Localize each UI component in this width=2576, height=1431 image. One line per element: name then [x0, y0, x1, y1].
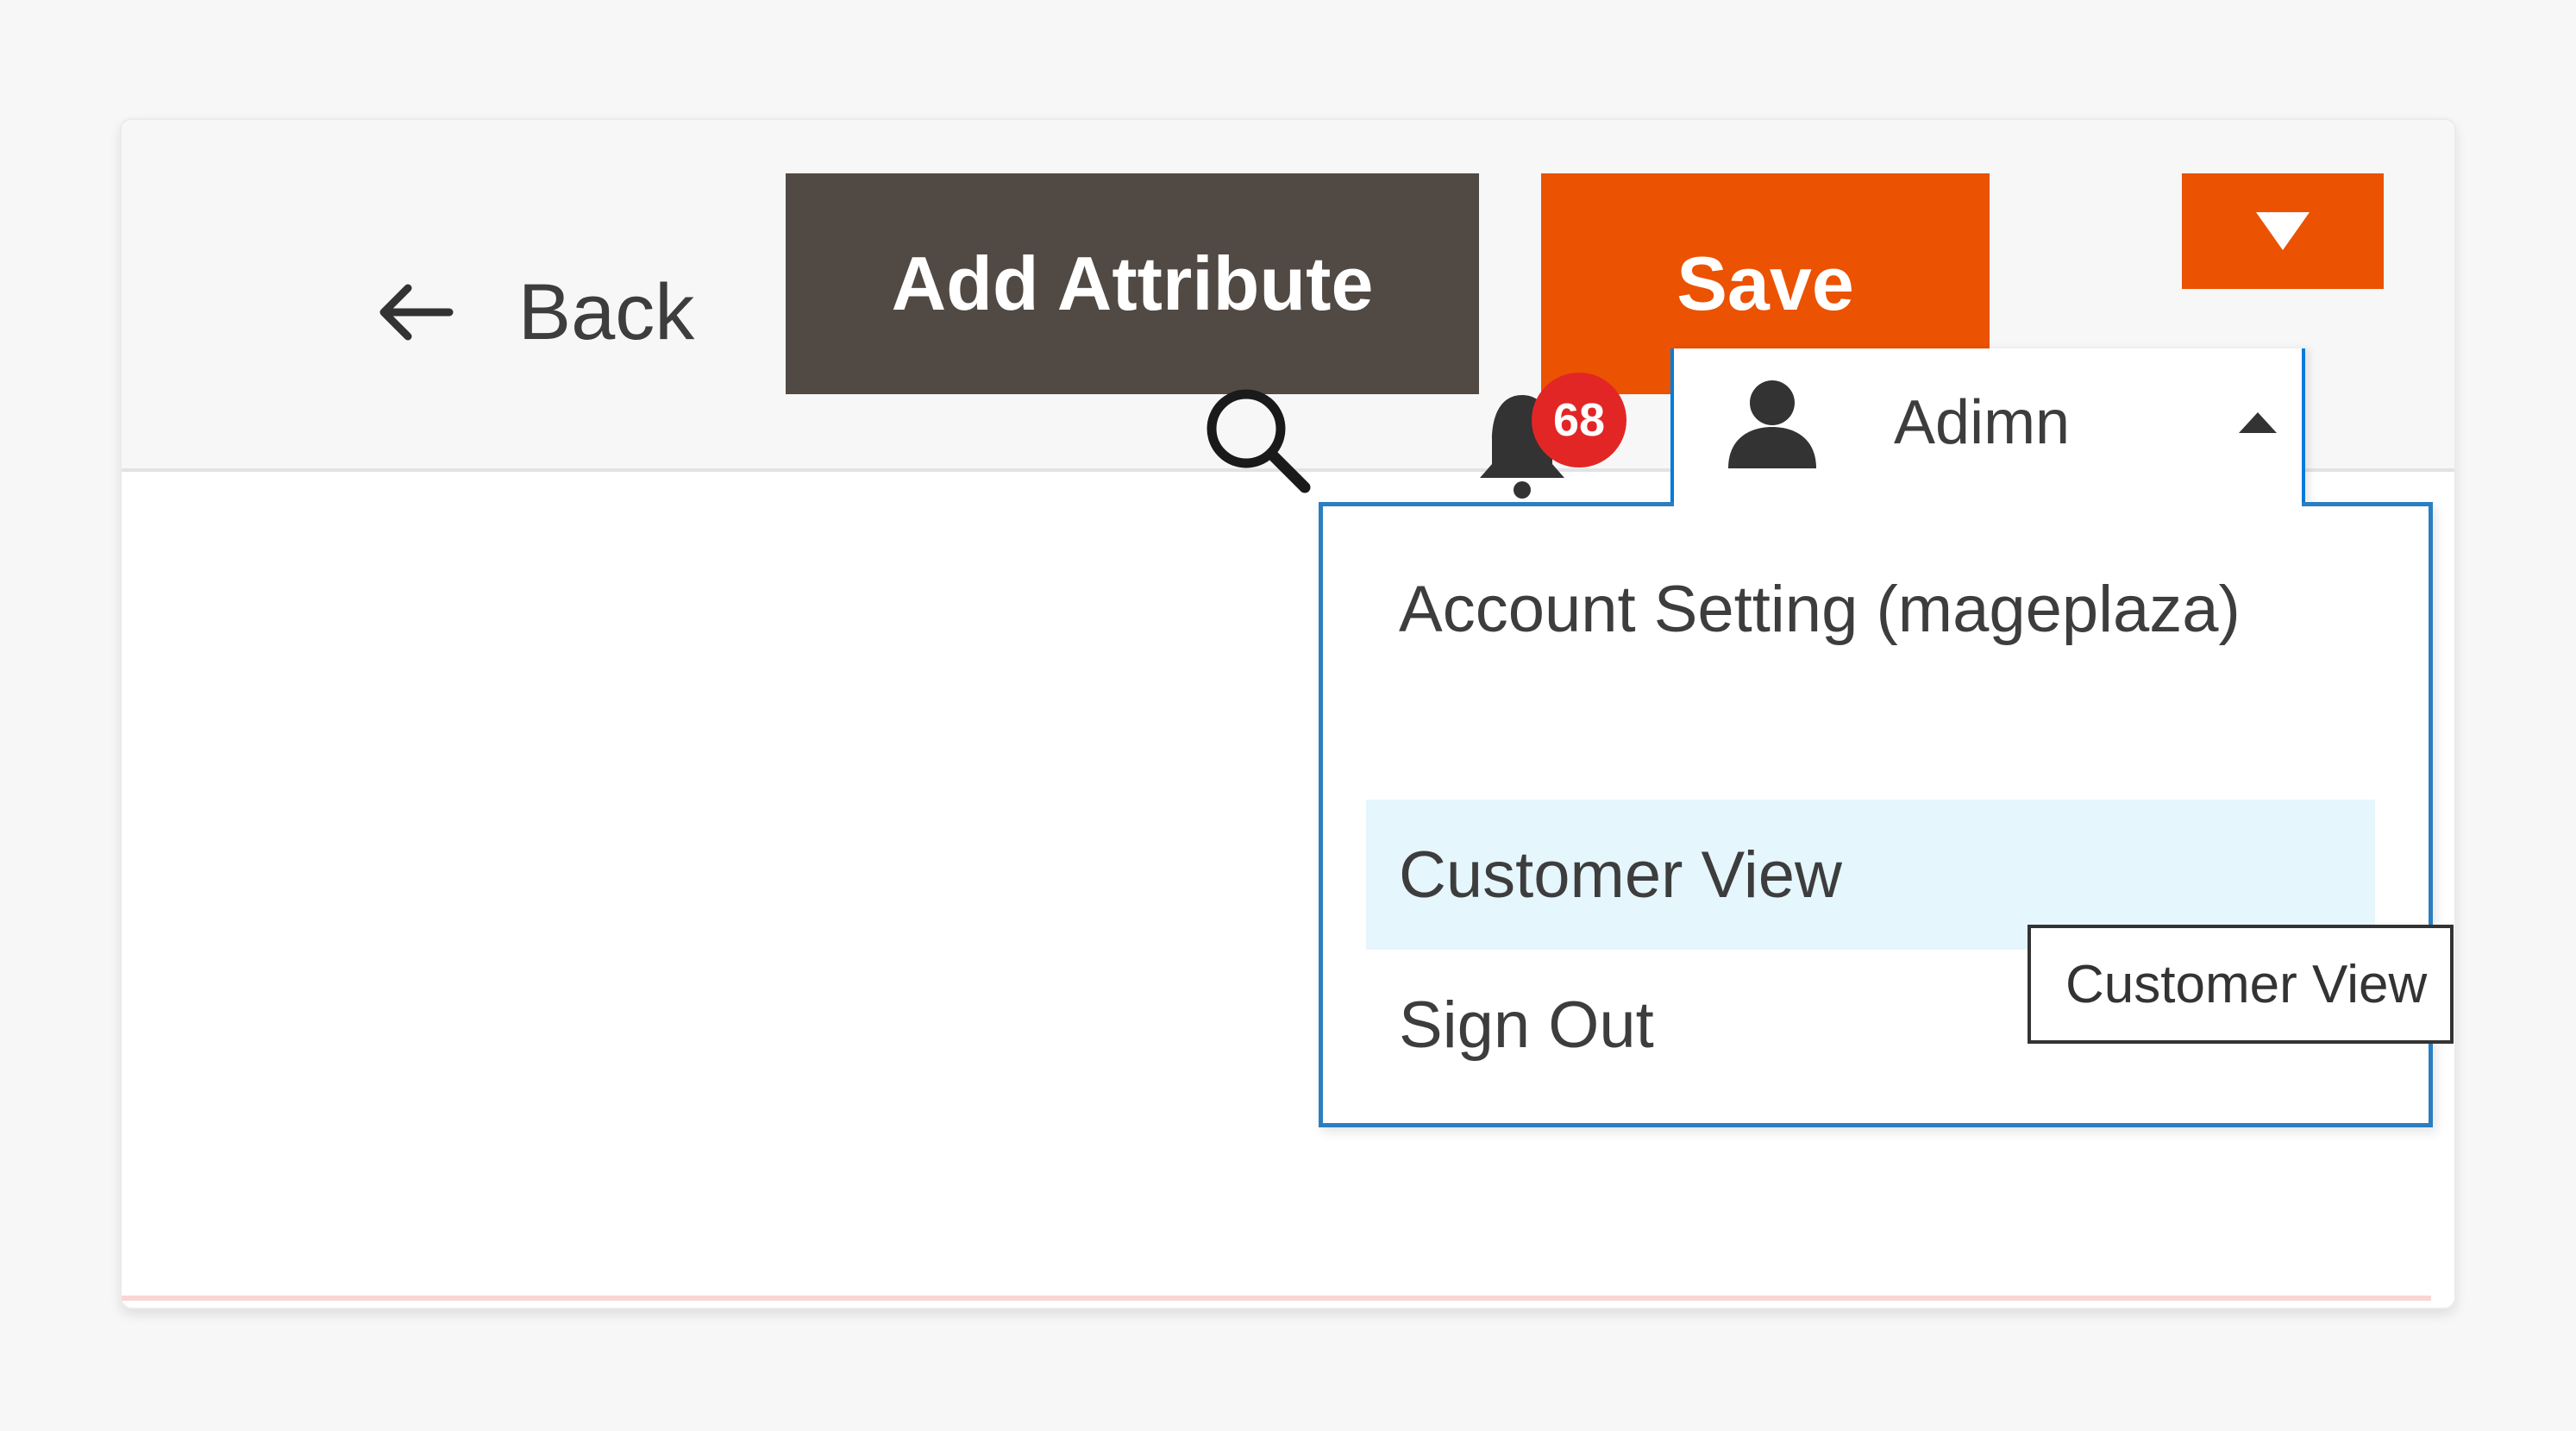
back-button[interactable]: Back	[310, 222, 758, 403]
global-search-button[interactable]	[1197, 380, 1318, 500]
menu-item-account-setting[interactable]: Account Setting (mageplaza)	[1366, 534, 2375, 684]
customer-view-tooltip: Customer View	[2028, 925, 2454, 1044]
save-options-toggle[interactable]	[2182, 173, 2384, 289]
arrow-left-icon	[379, 284, 454, 341]
user-icon	[1728, 380, 1816, 468]
triangle-up-icon	[2239, 412, 2277, 433]
user-name: Adimn	[1894, 388, 2071, 457]
user-account-toggle[interactable]: Adimn	[1725, 354, 2294, 492]
triangle-down-icon	[2256, 212, 2310, 250]
dropdown-join	[1674, 497, 2302, 509]
back-label: Back	[517, 267, 695, 356]
save-label: Save	[1677, 241, 1854, 326]
card-bottom-border	[122, 1296, 2431, 1301]
add-attribute-button[interactable]: Add Attribute	[786, 173, 1479, 394]
search-icon	[1207, 389, 1311, 493]
add-attribute-label: Add Attribute	[891, 241, 1374, 326]
notification-count-badge: 68	[1532, 373, 1626, 468]
